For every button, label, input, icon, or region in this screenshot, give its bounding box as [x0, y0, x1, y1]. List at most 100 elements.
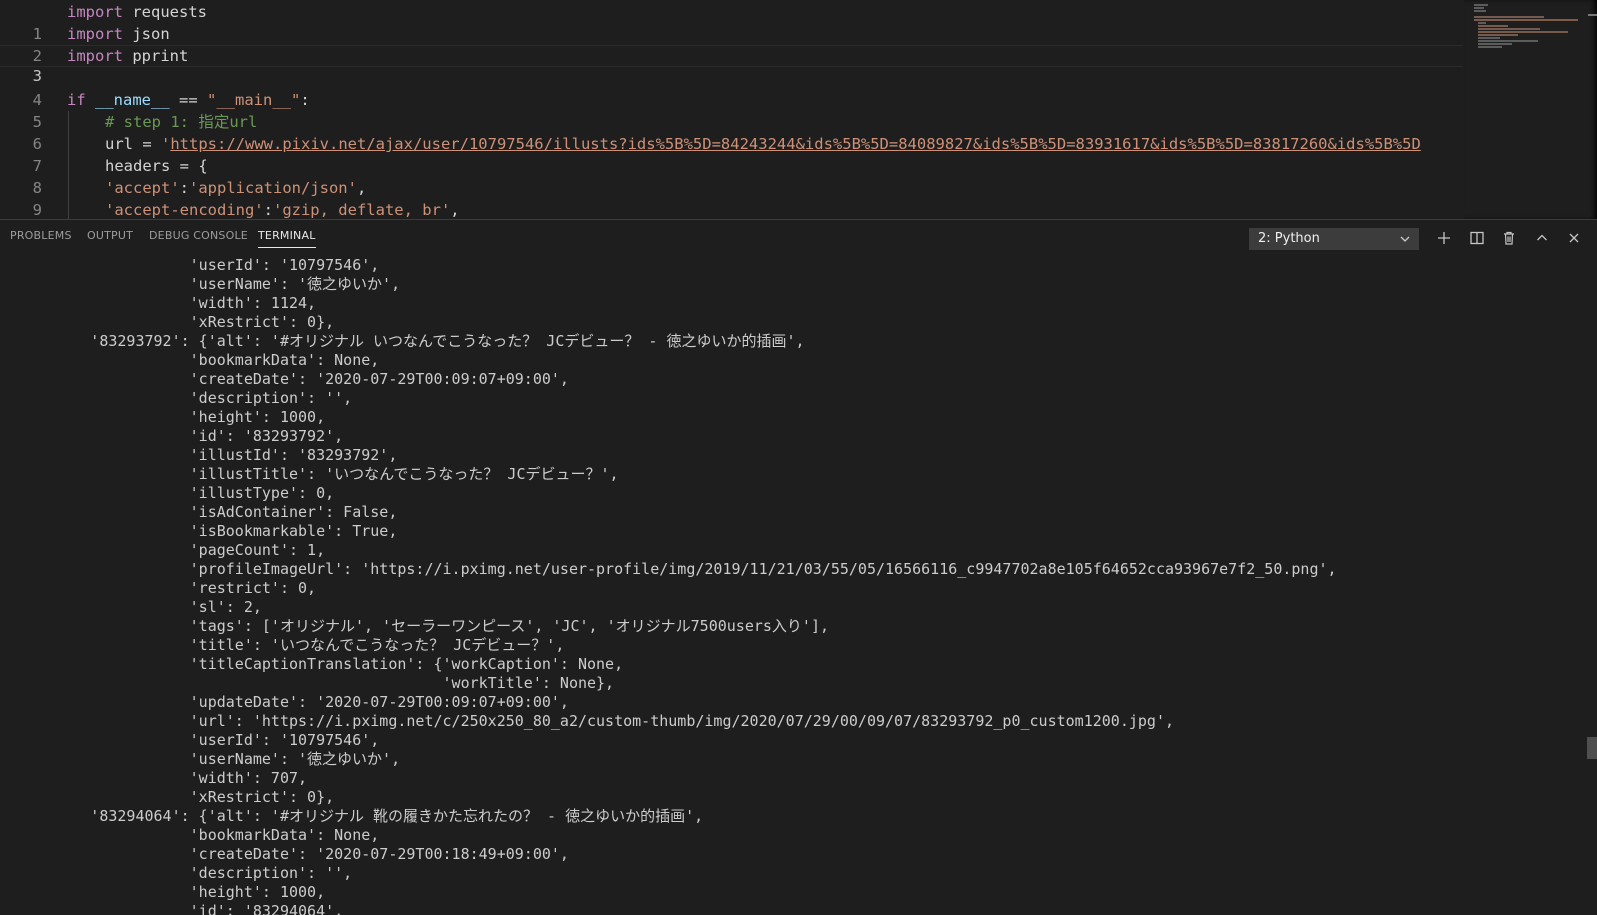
keyword: import — [67, 47, 123, 65]
terminal-line: 'isBookmarkable': True, — [0, 522, 398, 540]
minimap-line — [1478, 22, 1486, 24]
terminal-output[interactable]: 'userId': '10797546', 'userName': '徳之ゆいか… — [0, 256, 1580, 915]
string: 'gzip, deflate, br' — [272, 201, 451, 219]
code-text: , — [450, 201, 460, 219]
code-editor[interactable]: 1 import requests 2 import json 3 import… — [0, 0, 1597, 219]
chevron-down-icon — [1399, 229, 1411, 255]
code-line-8[interactable]: 8 headers = { — [0, 155, 1463, 197]
editor-scrollbar-indicator[interactable] — [1588, 14, 1597, 16]
code-text: pprint — [123, 47, 189, 65]
code-text: : — [179, 179, 189, 197]
code-line-6[interactable]: 6 # step 1: 指定url — [0, 111, 1463, 153]
code-line-1[interactable]: 1 import requests — [0, 1, 1463, 43]
terminal-line: 'height': 1000, — [0, 408, 326, 426]
terminal-line: 'userId': '10797546', — [0, 256, 380, 274]
bottom-panel: PROBLEMS OUTPUT DEBUG CONSOLE TERMINAL 2… — [0, 219, 1597, 915]
code-text: headers = { — [105, 157, 208, 175]
terminal-line: '83294064': {'alt': '#オリジナル 靴の履きかた忘れたの？ … — [0, 807, 704, 825]
code-line-4[interactable]: 4 — [0, 67, 1463, 109]
terminal-line: 'createDate': '2020-07-29T00:09:07+09:00… — [0, 370, 569, 388]
terminal-scrollbar-thumb[interactable] — [1587, 737, 1597, 759]
minimap-line — [1478, 37, 1500, 39]
plus-icon[interactable] — [1432, 226, 1456, 250]
terminal-line: 'url': 'https://i.pximg.net/c/250x250_80… — [0, 712, 1174, 730]
code-line-2[interactable]: 2 import json — [0, 23, 1463, 65]
terminal-line: 'titleCaptionTranslation': {'workCaption… — [0, 655, 624, 673]
keyword: if — [67, 91, 86, 109]
code-line-10[interactable]: 10 'accept-encoding':'gzip, deflate, br'… — [0, 199, 1463, 219]
string: 'application/json' — [189, 179, 357, 197]
terminal-line: 'userName': '徳之ゆいか', — [0, 750, 401, 768]
terminal-line: 'bookmarkData': None, — [0, 826, 380, 844]
terminal-line: 'xRestrict': 0}, — [0, 788, 335, 806]
minimap-line — [1474, 16, 1544, 18]
minimap-line — [1478, 40, 1538, 42]
close-icon[interactable] — [1562, 226, 1586, 250]
operator: == — [169, 91, 207, 109]
panel-tabbar: PROBLEMS OUTPUT DEBUG CONSOLE TERMINAL 2… — [0, 220, 1597, 254]
terminal-line: 'id': '83293792', — [0, 427, 344, 445]
terminal-line: 'userName': '徳之ゆいか', — [0, 275, 401, 293]
code-line-5[interactable]: 5 if __name__ == "__main__": — [0, 89, 1463, 131]
tab-debug-console[interactable]: DEBUG CONSOLE — [149, 229, 248, 247]
indent-guide — [68, 199, 69, 219]
comment: # step 1: 指定url — [105, 113, 258, 131]
code-line-9[interactable]: 9 'accept':'application/json', — [0, 177, 1463, 219]
minimap-line — [1478, 31, 1568, 33]
terminal-line: 'pageCount': 1, — [0, 541, 326, 559]
chevron-up-icon[interactable] — [1530, 226, 1554, 250]
terminal-line: 'description': '', — [0, 864, 353, 882]
string: 'accept' — [105, 179, 180, 197]
indent-guide — [68, 111, 69, 133]
terminal-line: 'profileImageUrl': 'https://i.pximg.net/… — [0, 560, 1337, 578]
minimap-line — [1474, 4, 1488, 6]
code-text: json — [123, 25, 170, 43]
terminal-line: '83293792': {'alt': '#オリジナル いつなんでこうなった？ … — [0, 332, 805, 350]
terminal-line: 'height': 1000, — [0, 883, 326, 901]
terminal-line: 'updateDate': '2020-07-29T00:09:07+09:00… — [0, 693, 569, 711]
minimap-line — [1478, 46, 1502, 48]
terminal-select[interactable]: 2: Python — [1249, 228, 1419, 250]
terminal-line: 'userId': '10797546', — [0, 731, 380, 749]
code-text: url = — [105, 135, 161, 153]
tab-output[interactable]: OUTPUT — [87, 229, 133, 247]
terminal-line: 'width': 1124, — [0, 294, 317, 312]
minimap-line — [1474, 19, 1578, 21]
terminal-line: 'isAdContainer': False, — [0, 503, 398, 521]
tab-problems[interactable]: PROBLEMS — [10, 229, 72, 247]
minimap-line — [1474, 7, 1484, 9]
code-line-3-current[interactable]: 3 import pprint — [0, 45, 1463, 85]
minimap[interactable] — [1464, 0, 1597, 219]
terminal-line: 'createDate': '2020-07-29T00:18:49+09:00… — [0, 845, 569, 863]
variable: __name__ — [95, 91, 170, 109]
terminal-select-value: 2: Python — [1258, 231, 1320, 246]
minimap-line — [1478, 25, 1508, 27]
trash-icon[interactable] — [1497, 226, 1521, 250]
terminal-line: 'description': '', — [0, 389, 353, 407]
code-text: : — [300, 91, 310, 109]
terminal-line: 'id': '83294064', — [0, 902, 344, 915]
terminal-line: 'bookmarkData': None, — [0, 351, 380, 369]
code-text: requests — [123, 3, 207, 21]
code-area[interactable]: 1 import requests 2 import json 3 import… — [0, 1, 1463, 219]
url-link[interactable]: https://www.pixiv.net/ajax/user/10797546… — [170, 135, 1420, 153]
split-terminal-icon[interactable] — [1465, 226, 1489, 250]
terminal-line: 'width': 707, — [0, 769, 308, 787]
terminal-line: 'title': 'いつなんでこうなった？ JCデビュー？', — [0, 636, 565, 654]
code-text: : — [263, 201, 273, 219]
minimap-line — [1478, 28, 1540, 30]
keyword: import — [67, 3, 123, 21]
code-line-7[interactable]: 7 url = 'https://www.pixiv.net/ajax/user… — [0, 133, 1463, 175]
minimap-line — [1478, 34, 1518, 36]
indent-guide — [68, 155, 69, 177]
terminal-line: 'illustId': '83293792', — [0, 446, 398, 464]
terminal-line: 'restrict': 0, — [0, 579, 317, 597]
string: "__main__" — [207, 91, 301, 109]
indent-guide — [68, 133, 69, 155]
terminal-line: 'tags': ['オリジナル', 'セーラーワンピース', 'JC', 'オリ… — [0, 617, 830, 635]
terminal-line: 'illustTitle': 'いつなんでこうなった？ JCデビュー？', — [0, 465, 619, 483]
string-quote: ' — [161, 135, 171, 153]
tab-terminal[interactable]: TERMINAL — [258, 229, 316, 248]
string: 'accept-encoding' — [105, 201, 264, 219]
